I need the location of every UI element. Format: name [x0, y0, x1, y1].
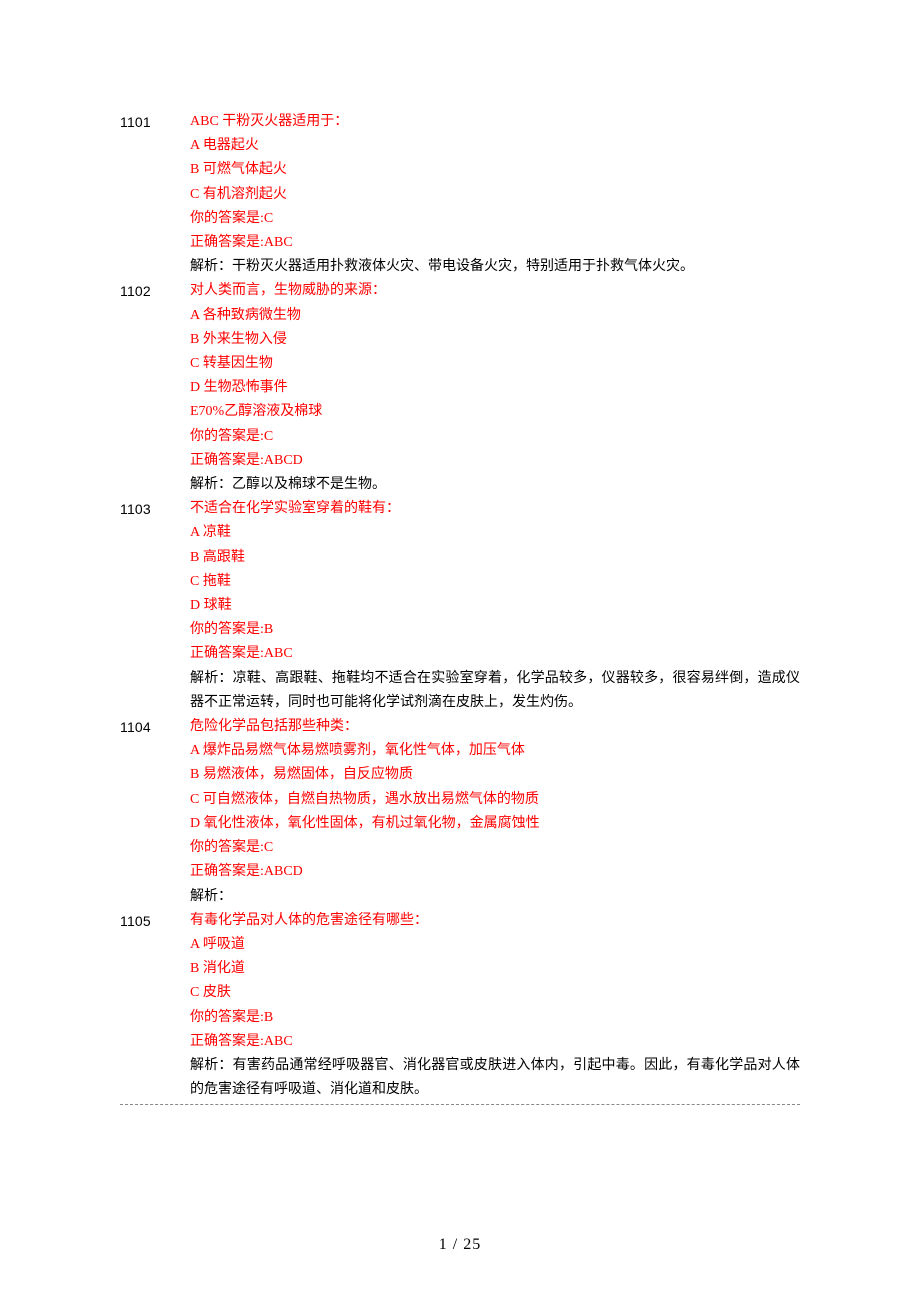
question-block: 1101ABC 干粉灭火器适用于：A 电器起火B 可燃气体起火C 有机溶剂起火你…	[120, 110, 800, 279]
analysis: 解析：有害药品通常经呼吸器官、消化器官或皮肤进入体内，引起中毒。因此，有毒化学品…	[190, 1054, 800, 1102]
question-option: C 可自燃液体，自燃自热物质，遇水放出易燃气体的物质	[190, 788, 800, 812]
page: 1101ABC 干粉灭火器适用于：A 电器起火B 可燃气体起火C 有机溶剂起火你…	[0, 0, 920, 1302]
question-number: 1105	[120, 909, 190, 933]
question-block: 1104危险化学品包括那些种类：A 爆炸品易燃气体易燃喷雾剂，氧化性气体，加压气…	[120, 715, 800, 909]
question-stem: 危险化学品包括那些种类：	[190, 715, 800, 739]
question-stem: 不适合在化学实验室穿着的鞋有：	[190, 497, 800, 521]
questions-container: 1101ABC 干粉灭火器适用于：A 电器起火B 可燃气体起火C 有机溶剂起火你…	[120, 110, 800, 1102]
question-option: E70%乙醇溶液及棉球	[190, 400, 800, 424]
question-option: C 转基因生物	[190, 352, 800, 376]
question-option: D 球鞋	[190, 594, 800, 618]
question-number: 1102	[120, 279, 190, 303]
question-number: 1104	[120, 715, 190, 739]
question-stem: ABC 干粉灭火器适用于：	[190, 110, 800, 134]
question-option: B 可燃气体起火	[190, 158, 800, 182]
question-option: A 电器起火	[190, 134, 800, 158]
question-block: 1103不适合在化学实验室穿着的鞋有：A 凉鞋B 高跟鞋C 拖鞋D 球鞋你的答案…	[120, 497, 800, 715]
analysis: 解析：干粉灭火器适用扑救液体火灾、带电设备火灾，特别适用于扑救气体火灾。	[190, 255, 800, 279]
question-option: B 外来生物入侵	[190, 328, 800, 352]
analysis: 解析：	[190, 885, 800, 909]
question-content: 危险化学品包括那些种类：A 爆炸品易燃气体易燃喷雾剂，氧化性气体，加压气体B 易…	[190, 715, 800, 909]
question-option: B 消化道	[190, 957, 800, 981]
correct-answer: 正确答案是:ABC	[190, 231, 800, 255]
question-content: 有毒化学品对人体的危害途径有哪些：A 呼吸道B 消化道C 皮肤你的答案是:B正确…	[190, 909, 800, 1103]
your-answer: 你的答案是:B	[190, 1006, 800, 1030]
question-option: D 生物恐怖事件	[190, 376, 800, 400]
your-answer: 你的答案是:C	[190, 836, 800, 860]
your-answer: 你的答案是:C	[190, 425, 800, 449]
page-footer: 1 / 25	[0, 1236, 920, 1254]
question-option: D 氧化性液体，氧化性固体，有机过氧化物，金属腐蚀性	[190, 812, 800, 836]
question-option: B 易燃液体，易燃固体，自反应物质	[190, 763, 800, 787]
question-option: A 爆炸品易燃气体易燃喷雾剂，氧化性气体，加压气体	[190, 739, 800, 763]
question-block: 1105有毒化学品对人体的危害途径有哪些：A 呼吸道B 消化道C 皮肤你的答案是…	[120, 909, 800, 1103]
question-option: C 皮肤	[190, 981, 800, 1005]
question-option: B 高跟鞋	[190, 546, 800, 570]
question-content: 对人类而言，生物威胁的来源：A 各种致病微生物B 外来生物入侵C 转基因生物D …	[190, 279, 800, 497]
correct-answer: 正确答案是:ABC	[190, 642, 800, 666]
question-number: 1101	[120, 110, 190, 134]
question-option: A 各种致病微生物	[190, 304, 800, 328]
question-option: A 凉鞋	[190, 521, 800, 545]
correct-answer: 正确答案是:ABC	[190, 1030, 800, 1054]
question-stem: 有毒化学品对人体的危害途径有哪些：	[190, 909, 800, 933]
correct-answer: 正确答案是:ABCD	[190, 449, 800, 473]
question-number: 1103	[120, 497, 190, 521]
question-block: 1102对人类而言，生物威胁的来源：A 各种致病微生物B 外来生物入侵C 转基因…	[120, 279, 800, 497]
question-stem: 对人类而言，生物威胁的来源：	[190, 279, 800, 303]
bottom-dashed-line	[120, 1104, 800, 1105]
question-option: C 有机溶剂起火	[190, 183, 800, 207]
your-answer: 你的答案是:C	[190, 207, 800, 231]
analysis: 解析：乙醇以及棉球不是生物。	[190, 473, 800, 497]
question-option: A 呼吸道	[190, 933, 800, 957]
question-content: ABC 干粉灭火器适用于：A 电器起火B 可燃气体起火C 有机溶剂起火你的答案是…	[190, 110, 800, 279]
analysis: 解析：凉鞋、高跟鞋、拖鞋均不适合在实验室穿着，化学品较多，仪器较多，很容易绊倒，…	[190, 667, 800, 715]
correct-answer: 正确答案是:ABCD	[190, 860, 800, 884]
question-content: 不适合在化学实验室穿着的鞋有：A 凉鞋B 高跟鞋C 拖鞋D 球鞋你的答案是:B正…	[190, 497, 800, 715]
question-option: C 拖鞋	[190, 570, 800, 594]
your-answer: 你的答案是:B	[190, 618, 800, 642]
